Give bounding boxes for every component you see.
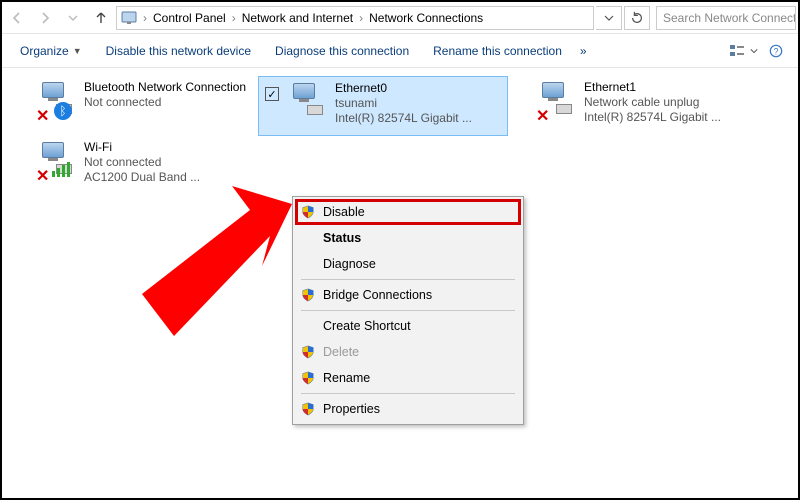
- ctx-status[interactable]: Status: [293, 225, 523, 251]
- ctx-label: Delete: [323, 345, 359, 359]
- ctx-label: Status: [323, 231, 361, 245]
- search-input[interactable]: Search Network Connecti: [656, 6, 796, 30]
- ctx-properties[interactable]: Properties: [293, 396, 523, 422]
- nav-up-button[interactable]: [88, 5, 114, 31]
- uac-shield-icon: [301, 402, 315, 416]
- connection-eth1[interactable]: ✕ Ethernet1Network cable unplugIntel(R) …: [508, 76, 758, 136]
- ctx-label: Rename: [323, 371, 370, 385]
- ctx-rename[interactable]: Rename: [293, 365, 523, 391]
- control-panel-icon: [121, 10, 137, 26]
- wifi-icon: [52, 162, 70, 177]
- uac-shield-icon: [301, 345, 315, 359]
- connection-name: Bluetooth Network Connection: [84, 80, 246, 95]
- connection-name: Ethernet1: [584, 80, 721, 95]
- organize-label: Organize: [20, 44, 69, 58]
- error-x-icon: ✕: [536, 106, 549, 126]
- ctx-delete: Delete: [293, 339, 523, 365]
- network-adapter-icon: ✕: [36, 140, 76, 180]
- connection-device: Intel(R) 82574L Gigabit ...: [584, 110, 721, 125]
- breadcrumb[interactable]: Network and Internet: [242, 11, 353, 25]
- recent-locations-button[interactable]: [60, 5, 86, 31]
- nav-back-button[interactable]: [4, 5, 30, 31]
- uac-shield-icon: [301, 205, 315, 219]
- address-bar[interactable]: › Control Panel › Network and Internet ›…: [116, 6, 594, 30]
- breadcrumb[interactable]: Control Panel: [153, 11, 226, 25]
- connection-eth0[interactable]: ✓ Ethernet0tsunamiIntel(R) 82574L Gigabi…: [258, 76, 508, 136]
- ctx-diagnose[interactable]: Diagnose: [293, 251, 523, 277]
- disable-device-button[interactable]: Disable this network device: [96, 40, 261, 62]
- connection-device: AC1200 Dual Band ...: [84, 170, 200, 185]
- help-button[interactable]: ?: [762, 39, 790, 63]
- refresh-button[interactable]: [624, 6, 650, 30]
- ctx-label: Diagnose: [323, 257, 376, 271]
- organize-menu-button[interactable]: Organize ▼: [10, 40, 92, 62]
- ctx-label: Properties: [323, 402, 380, 416]
- uac-shield-icon: [301, 288, 315, 302]
- rename-connection-button[interactable]: Rename this connection: [423, 40, 572, 62]
- ctx-bridge-connections[interactable]: Bridge Connections: [293, 282, 523, 308]
- error-x-icon: ✕: [36, 166, 49, 186]
- nav-forward-button[interactable]: [32, 5, 58, 31]
- breadcrumb-sep: ›: [143, 11, 147, 25]
- breadcrumb-sep: ›: [359, 11, 363, 25]
- uac-shield-icon: [301, 371, 315, 385]
- breadcrumb-sep: ›: [232, 11, 236, 25]
- connection-status: Network cable unplug: [584, 95, 721, 110]
- commandbar-overflow-button[interactable]: »: [576, 40, 591, 62]
- diagnose-connection-button[interactable]: Diagnose this connection: [265, 40, 419, 62]
- connection-name: Wi-Fi: [84, 140, 200, 155]
- view-options-button[interactable]: [730, 39, 758, 63]
- context-menu: Disable Status Diagnose Bridge Connections C…: [292, 196, 524, 425]
- connection-bt[interactable]: ✕ᛒ Bluetooth Network ConnectionNot conne…: [8, 76, 258, 136]
- error-x-icon: ✕: [36, 106, 49, 126]
- connection-status: Not connected: [84, 95, 246, 110]
- connection-name: Ethernet0: [335, 81, 472, 96]
- connection-wifi[interactable]: ✕ Wi-FiNot connectedAC1200 Dual Band ...: [8, 136, 258, 196]
- network-adapter-icon: ✕ᛒ: [36, 80, 76, 120]
- network-adapter-icon: ✕: [536, 80, 576, 120]
- dropdown-caret-icon: ▼: [73, 46, 82, 56]
- connection-status: Not connected: [84, 155, 200, 170]
- network-adapter-icon: [287, 81, 327, 121]
- connection-status: tsunami: [335, 96, 472, 111]
- search-placeholder: Search Network Connecti: [663, 11, 796, 25]
- bluetooth-icon: ᛒ: [54, 102, 72, 120]
- ctx-create-shortcut[interactable]: Create Shortcut: [293, 313, 523, 339]
- ctx-label: Create Shortcut: [323, 319, 411, 333]
- ctx-label: Disable: [323, 205, 365, 219]
- selection-checkbox[interactable]: ✓: [265, 87, 279, 101]
- ctx-disable[interactable]: Disable: [293, 199, 523, 225]
- breadcrumb[interactable]: Network Connections: [369, 11, 483, 25]
- svg-text:?: ?: [774, 46, 779, 56]
- addressbar-dropdown-button[interactable]: [596, 6, 622, 30]
- connection-device: Intel(R) 82574L Gigabit ...: [335, 111, 472, 126]
- ctx-label: Bridge Connections: [323, 288, 432, 302]
